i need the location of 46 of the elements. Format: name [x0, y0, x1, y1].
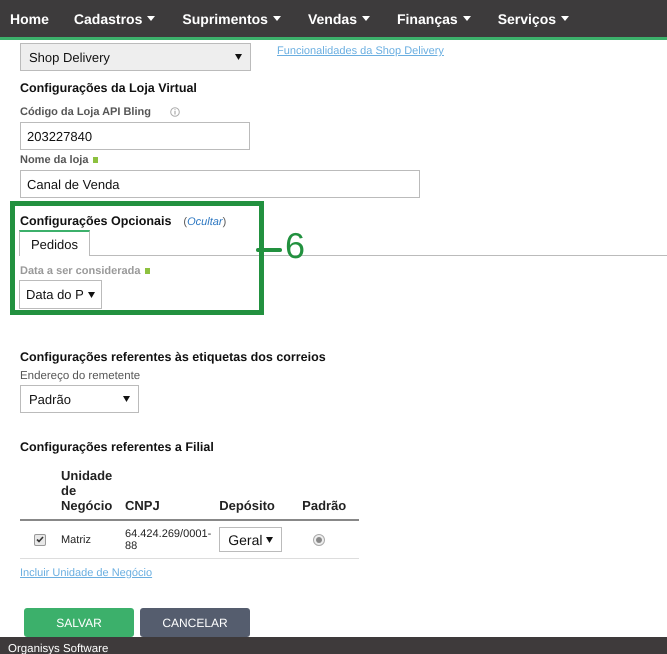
table-cell: Matriz — [61, 534, 91, 546]
column-header: Unidade de Negócio — [61, 468, 114, 513]
caret-icon — [147, 16, 156, 21]
default-radio[interactable] — [313, 534, 326, 546]
store-code-field[interactable]: 203227840 — [20, 122, 250, 150]
annotation-number: 6 — [285, 228, 306, 264]
annotation-line — [256, 248, 282, 252]
caret-icon — [561, 16, 570, 21]
field-label: Nome da loja — [20, 154, 88, 166]
caret-icon — [88, 292, 95, 298]
nav-menu-item[interactable]: Home — [10, 10, 49, 26]
column-header: Depósito — [219, 498, 275, 513]
column-header: CNPJ — [125, 498, 160, 513]
integration-select[interactable]: Shop Delivery — [20, 43, 251, 71]
column-header: Padrão — [302, 498, 346, 513]
caret-icon — [266, 536, 274, 542]
field-label: Data a ser considerada — [20, 265, 140, 277]
hide-link[interactable]: Ocultar — [187, 216, 223, 228]
section-heading: Configurações referentes às etiquetas dos correios — [20, 350, 327, 364]
caret-icon — [462, 16, 471, 21]
cancel-button[interactable]: CANCELAR — [140, 608, 250, 637]
caret-icon — [123, 396, 130, 402]
bracket-text: ) — [222, 216, 226, 228]
nav-menu-item[interactable]: Cadastros — [74, 10, 156, 26]
field-label: Endereço do remetente — [20, 370, 140, 382]
caret-icon — [272, 16, 281, 21]
store-name-field[interactable]: Canal de Venda — [20, 170, 420, 198]
nav-menu-item[interactable]: Suprimentos — [182, 10, 281, 26]
bracket-text: ( — [183, 216, 188, 228]
section-heading: Configurações da Loja Virtual — [20, 81, 198, 95]
field-label: Código da Loja API Bling — [20, 106, 151, 118]
row-checkbox[interactable] — [34, 534, 46, 546]
deposit-select[interactable]: Geral — [219, 527, 282, 552]
section-heading: Configurações referentes a Filial — [20, 440, 215, 454]
table-cell: 64.424.269/0001-88 — [125, 528, 212, 552]
checkmark-icon — [36, 536, 44, 543]
section-heading: Configurações Opcionais — [20, 214, 172, 228]
caret-icon — [362, 16, 370, 21]
info-icon — [170, 107, 180, 117]
caret-icon — [235, 54, 242, 60]
date-select[interactable]: Data do P — [19, 280, 102, 309]
tab[interactable]: Pedidos — [19, 230, 90, 256]
nav-menu-item[interactable]: Finanças — [396, 10, 471, 26]
nav-menu-item[interactable]: Serviços — [498, 10, 570, 26]
nav-menu-item[interactable]: Vendas — [308, 10, 370, 26]
sender-select[interactable]: Padrão — [20, 385, 139, 413]
